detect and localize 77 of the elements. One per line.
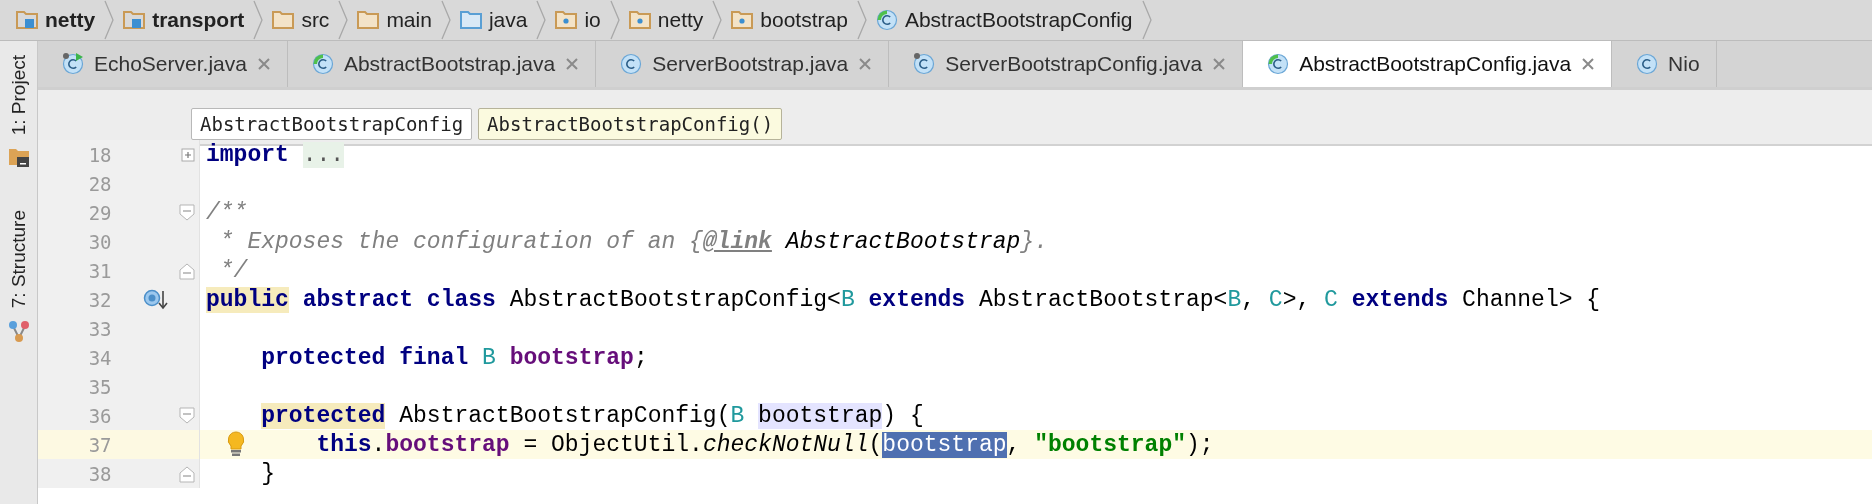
code-line: */ — [218, 257, 248, 284]
breadcrumb-item[interactable]: main — [349, 5, 440, 35]
chevron-icon — [608, 0, 621, 40]
abstract-class-icon — [1267, 53, 1290, 75]
expand-fold-icon[interactable] — [181, 147, 195, 162]
breadcrumb-item[interactable]: io — [547, 5, 609, 35]
class-icon — [913, 53, 936, 75]
breadcrumb-item[interactable]: java — [451, 5, 536, 35]
code-line: protected final B bootstrap; — [261, 344, 648, 371]
abstract-class-icon — [875, 9, 898, 31]
line-number: 34 — [87, 346, 112, 369]
line-number: 30 — [87, 230, 112, 253]
package-folder-icon — [628, 9, 651, 31]
close-icon[interactable] — [1212, 57, 1227, 71]
editor-tab[interactable]: Nio — [1612, 41, 1717, 87]
tool-window-button[interactable]: 7: Structure — [7, 204, 30, 315]
folder-icon — [272, 9, 295, 31]
code-line: /** — [206, 199, 248, 226]
breadcrumb-item[interactable]: transport — [115, 5, 253, 35]
close-icon[interactable] — [858, 57, 873, 71]
folder-icon — [357, 9, 380, 31]
module-folder-icon — [16, 9, 38, 31]
line-number: 32 — [87, 288, 112, 311]
package-folder-icon — [731, 9, 754, 31]
code-line: this.bootstrap = ObjectUtil.checkNotNull(bootstrap, "bootstrap"); — [316, 431, 1214, 458]
line-number: 33 — [87, 317, 112, 340]
class-icon — [620, 53, 643, 75]
structure-path-item[interactable]: AbstractBootstrapConfig — [191, 108, 473, 140]
editor-tab[interactable]: AbstractBootstrapConfig.java — [1243, 41, 1613, 87]
collapse-fold-icon[interactable] — [179, 203, 195, 222]
editor-tab[interactable]: EchoServer.java — [38, 41, 288, 87]
collapse-fold-icon[interactable] — [179, 261, 195, 280]
abstract-class-icon — [311, 53, 334, 75]
structure-path-item[interactable]: AbstractBootstrapConfig() — [478, 108, 783, 140]
lightbulb-icon[interactable] — [226, 431, 246, 457]
close-icon[interactable] — [565, 57, 580, 71]
runnable-class-icon — [62, 53, 84, 75]
source-folder-icon — [459, 9, 482, 31]
chevron-icon — [1140, 0, 1153, 40]
breadcrumb-item[interactable]: netty — [8, 5, 104, 35]
line-number: 28 — [87, 172, 112, 195]
module-folder-icon — [123, 9, 146, 31]
code-line: import ... — [206, 141, 345, 168]
close-icon[interactable] — [1581, 57, 1596, 71]
tool-window-button[interactable]: 1: Project — [7, 49, 30, 142]
code-line: } — [261, 460, 275, 487]
chevron-icon — [252, 0, 265, 40]
line-number: 29 — [87, 201, 112, 224]
class-icon — [1636, 53, 1659, 75]
chevron-icon — [103, 0, 116, 40]
code-line: * Exposes the configuration of an {@link AbstractBootstrap}. — [218, 228, 1048, 255]
chevron-icon — [535, 0, 548, 40]
chevron-icon — [711, 0, 724, 40]
chevron-icon — [439, 0, 452, 40]
line-number: 18 — [87, 143, 112, 166]
structure-tree-icon — [7, 320, 30, 344]
close-icon[interactable] — [256, 57, 271, 71]
chevron-icon — [337, 0, 350, 40]
breadcrumb-item[interactable]: src — [264, 5, 338, 35]
breadcrumb-item[interactable]: AbstractBootstrapConfig — [867, 5, 1141, 35]
collapse-fold-icon[interactable] — [179, 406, 195, 425]
line-number: 36 — [87, 404, 112, 427]
collapse-fold-icon[interactable] — [179, 464, 195, 483]
code-line: protected AbstractBootstrapConfig(B bootstrap) { — [261, 402, 924, 429]
chevron-icon — [855, 0, 868, 40]
code-line: public abstract class AbstractBootstrapConfig<B extends AbstractBootstrap<B, C>, C extends Channel> { — [206, 286, 1601, 313]
breadcrumb-item[interactable]: bootstrap — [723, 5, 856, 35]
package-folder-icon — [555, 9, 578, 31]
line-number: 31 — [87, 259, 112, 282]
breadcrumb-item[interactable]: netty — [620, 5, 712, 35]
line-number: 38 — [87, 462, 112, 485]
line-number: 35 — [87, 375, 112, 398]
editor-tab[interactable]: ServerBootstrapConfig.java — [889, 41, 1244, 87]
line-number: 37 — [87, 433, 112, 456]
implementations-gutter-icon[interactable] — [143, 289, 170, 310]
editor-tab[interactable]: ServerBootstrap.java — [596, 41, 890, 87]
editor-tab[interactable]: AbstractBootstrap.java — [287, 41, 597, 87]
